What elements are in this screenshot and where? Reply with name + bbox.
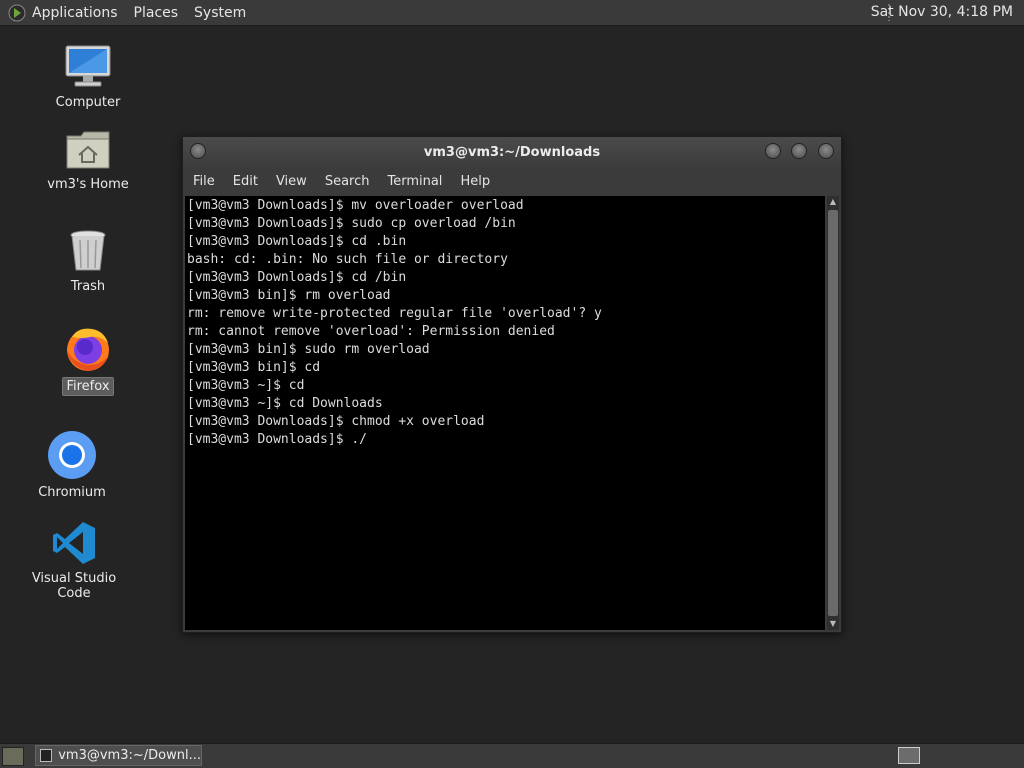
terminal-line: bash: cd: .bin: No such file or director… [187,252,508,267]
menu-search[interactable]: Search [325,174,370,189]
desktop-icon-label: vm3's Home [47,177,129,192]
terminal-line: [vm3@vm3 Downloads]$ cd /bin [187,270,407,285]
terminal-scrollbar[interactable]: ▲ ▼ [827,196,839,630]
top-panel: Applications Places System Sat Nov 30, 4… [0,0,1024,26]
terminal-line: [vm3@vm3 Downloads]$ mv overloader overl… [187,198,524,213]
vscode-icon [53,522,95,564]
terminal-line: [vm3@vm3 bin]$ sudo rm overload [187,342,430,357]
terminal-menubar: File Edit View Search Terminal Help [183,167,841,195]
workspace-switcher[interactable] [898,747,920,764]
menu-help[interactable]: Help [460,174,490,189]
window-titlebar[interactable]: vm3@vm3:~/Downloads [183,137,841,167]
terminal-output[interactable]: [vm3@vm3 Downloads]$ mv overloader overl… [185,196,825,630]
taskbar-button-terminal[interactable]: vm3@vm3:~/Downl... [35,745,202,766]
desktop-icon-home[interactable]: vm3's Home [28,128,148,193]
firefox-icon [67,328,109,371]
window-title: vm3@vm3:~/Downloads [423,144,601,160]
bottom-panel: vm3@vm3:~/Downl... [0,743,1024,768]
places-menu[interactable]: Places [134,5,179,21]
desktop-icon-trash[interactable]: Trash [28,228,148,295]
terminal-line: [vm3@vm3 Downloads]$ cd .bin [187,234,407,249]
desktop-icon-vscode[interactable]: Visual Studio Code [14,520,134,602]
desktop-icon-label: Firefox [62,377,114,396]
terminal-line: rm: cannot remove 'overload': Permission… [187,324,555,339]
home-folder-icon [66,131,110,169]
taskbar-button-label: vm3@vm3:~/Downl... [58,748,201,763]
menu-terminal[interactable]: Terminal [387,174,442,189]
terminal-line: [vm3@vm3 Downloads]$ ./ [187,432,368,447]
show-desktop-icon[interactable] [2,747,24,766]
applications-menu[interactable]: Applications [32,5,118,21]
scrollbar-thumb[interactable] [828,210,838,616]
terminal-line: [vm3@vm3 bin]$ rm overload [187,288,391,303]
terminal-line: [vm3@vm3 Downloads]$ chmod +x overload [187,414,485,429]
system-menu[interactable]: System [194,5,246,21]
terminal-line: rm: remove write-protected regular file … [187,306,602,321]
desktop-icon-label: Chromium [38,485,106,500]
desktop-icon-label: Computer [55,95,121,110]
trash-icon [70,230,106,271]
distro-logo-icon[interactable] [8,4,26,22]
terminal-line: [vm3@vm3 ~]$ cd Downloads [187,396,383,411]
close-icon[interactable] [818,143,834,159]
desktop-icon-firefox[interactable]: Firefox [28,325,148,396]
desktop-icon-computer[interactable]: Computer [28,44,148,111]
menu-edit[interactable]: Edit [233,174,258,189]
scroll-up-icon[interactable]: ▲ [827,196,839,208]
terminal-line: [vm3@vm3 ~]$ cd [187,378,305,393]
scroll-down-icon[interactable]: ▼ [827,618,839,630]
terminal-line: [vm3@vm3 Downloads]$ sudo cp overload /b… [187,216,516,231]
terminal-line: [vm3@vm3 bin]$ cd [187,360,321,375]
terminal-window: vm3@vm3:~/Downloads File Edit View Searc… [182,136,842,633]
computer-icon [65,45,111,87]
desktop-icon-label: Trash [70,279,106,294]
desktop-icon-chromium[interactable]: Chromium [12,430,132,501]
menu-file[interactable]: File [193,174,215,189]
clock[interactable]: Sat Nov 30, 4:18 PM [871,4,1013,20]
desktop-icon-label: Visual Studio Code [31,571,117,601]
maximize-icon[interactable] [791,143,807,159]
menu-view[interactable]: View [276,174,307,189]
chromium-icon [48,431,96,479]
minimize-icon[interactable] [765,143,781,159]
terminal-icon [40,749,53,762]
window-menu-icon[interactable] [190,143,206,159]
